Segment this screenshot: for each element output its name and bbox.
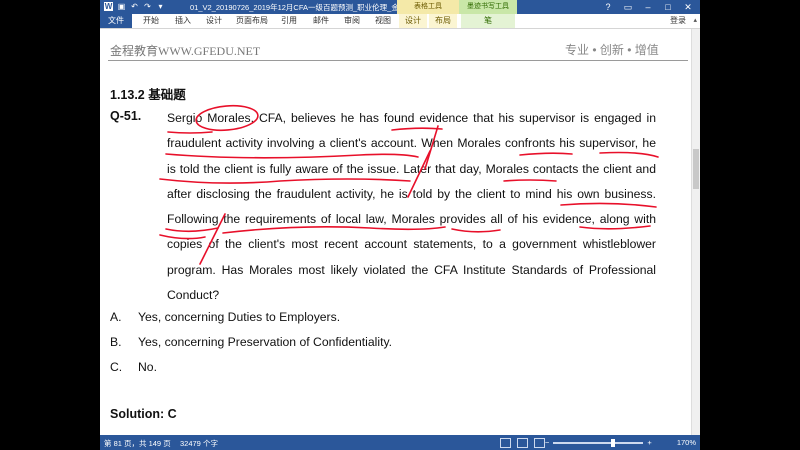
option-b: B. Yes, concerning Preservation of Confid… <box>110 335 392 349</box>
option-text: Yes, concerning Duties to Employers. <box>138 310 341 324</box>
tab-references[interactable]: 引用 <box>276 14 302 28</box>
read-mode-icon[interactable] <box>500 438 511 448</box>
print-layout-icon[interactable] <box>517 438 528 448</box>
tab-file[interactable]: 文件 <box>100 14 132 28</box>
option-text: No. <box>138 360 157 374</box>
customize-icon[interactable]: ▾ <box>156 2 165 11</box>
solution-label: Solution: C <box>110 407 177 421</box>
tab-view[interactable]: 视图 <box>370 14 396 28</box>
status-bar: 第 81 页，共 149 页 32479 个字 − + 170% <box>100 435 700 450</box>
option-text: Yes, concerning Preservation of Confiden… <box>138 335 393 349</box>
question-number: Q-51. <box>110 109 142 123</box>
window-controls: ? ▭ – □ ✕ <box>598 0 698 14</box>
zoom-in-icon[interactable]: + <box>647 438 651 447</box>
close-icon[interactable]: ✕ <box>678 0 698 14</box>
scrollbar-thumb[interactable] <box>693 149 699 189</box>
tab-design[interactable]: 设计 <box>201 14 227 28</box>
tab-pen[interactable]: 笔 <box>461 14 515 28</box>
web-layout-icon[interactable] <box>534 438 545 448</box>
save-icon[interactable]: ▣ <box>117 2 126 11</box>
page-count[interactable]: 第 81 页，共 149 页 <box>104 438 171 449</box>
context-header-ink-tools: 墨迹书写工具 <box>459 0 517 14</box>
maximize-icon[interactable]: □ <box>658 0 678 14</box>
tab-review[interactable]: 审阅 <box>339 14 365 28</box>
word-window: W ▣ ↶ ↷ ▾ 01_V2_20190726_2019年12月CFA一级百题… <box>100 0 700 450</box>
section-heading: 1.13.2 基础题 <box>110 88 186 102</box>
zoom-slider[interactable] <box>553 438 644 447</box>
header-divider <box>108 60 688 61</box>
context-header-table-tools: 表格工具 <box>397 0 459 14</box>
vertical-scrollbar[interactable] <box>691 29 700 435</box>
ribbon-tabs: 文件 开始 插入 设计 页面布局 引用 邮件 审阅 视图 设计 布局 笔 登录 … <box>100 14 700 29</box>
document-title: 01_V2_20190726_2019年12月CFA一级百题预测_职业伦理_金… <box>190 3 407 12</box>
view-buttons <box>500 438 545 448</box>
tab-page-layout[interactable]: 页面布局 <box>233 14 271 28</box>
option-letter: C. <box>110 360 123 374</box>
tab-home[interactable]: 开始 <box>138 14 164 28</box>
header-left-text: 金程教育WWW.GFEDU.NET <box>110 44 261 58</box>
tab-table-layout[interactable]: 布局 <box>429 14 457 28</box>
zoom-level[interactable]: 170% <box>677 438 696 447</box>
document-page[interactable]: 金程教育WWW.GFEDU.NET 专业 • 创新 • 增值 1.13.2 基础… <box>100 29 691 435</box>
redo-icon[interactable]: ↷ <box>143 2 152 11</box>
tab-mailings[interactable]: 邮件 <box>308 14 334 28</box>
quick-access-toolbar: W ▣ ↶ ↷ ▾ <box>104 2 165 11</box>
word-icon[interactable]: W <box>104 2 113 11</box>
ribbon-display-icon[interactable]: ▭ <box>618 0 638 14</box>
undo-icon[interactable]: ↶ <box>130 2 139 11</box>
word-count[interactable]: 32479 个字 <box>180 438 218 449</box>
option-letter: B. <box>110 335 122 349</box>
header-right-text: 专业 • 创新 • 增值 <box>565 43 659 57</box>
tab-table-design[interactable]: 设计 <box>399 14 427 28</box>
zoom-control: − + <box>545 438 652 447</box>
minimize-icon[interactable]: – <box>638 0 658 14</box>
question-text: Sergio Morales, CFA, believes he has fou… <box>167 111 656 303</box>
option-c: C. No. <box>110 360 157 374</box>
ribbon-collapse-icon[interactable]: ▴ <box>693 14 697 28</box>
option-a: A. Yes, concerning Duties to Employers. <box>110 310 340 324</box>
zoom-out-icon[interactable]: − <box>545 438 549 447</box>
help-icon[interactable]: ? <box>598 0 618 14</box>
sign-in-link[interactable]: 登录 <box>670 14 686 28</box>
option-letter: A. <box>110 310 122 324</box>
tab-insert[interactable]: 插入 <box>170 14 196 28</box>
zoom-slider-knob[interactable] <box>611 438 616 447</box>
